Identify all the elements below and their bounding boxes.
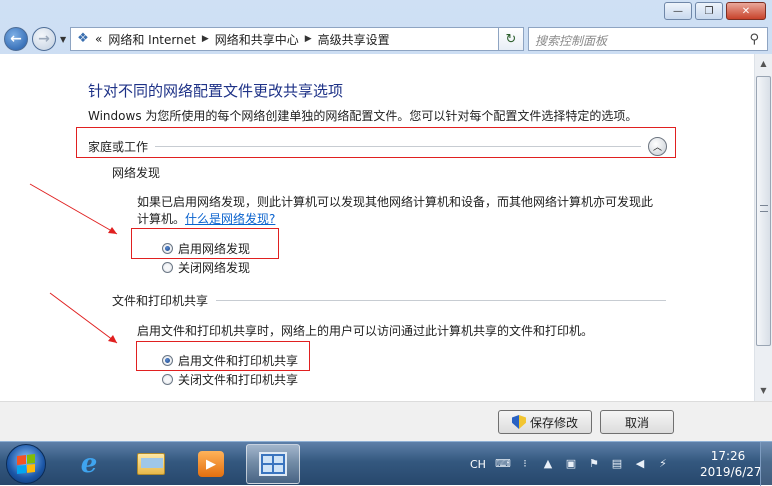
annotation-arrowhead-2 [108,335,117,343]
network-discovery-off-option[interactable]: 关闭网络发现 [162,259,250,276]
network-discovery-description: 如果已启用网络发现，则此计算机可以发现其他网络计算机和设备，而其他网络计算机亦可… [137,194,653,228]
action-center-flag-icon[interactable]: ⚑ [587,457,601,471]
ime-options-icon[interactable]: ⁝ [518,457,532,471]
show-hidden-icons-icon[interactable]: ▲ [541,457,555,471]
close-button[interactable]: ✕ [726,2,766,20]
scroll-down-icon[interactable]: ▼ [756,383,771,399]
caption-buttons: — ❐ ✕ [664,2,766,20]
system-tray: CH ⌨ ⁝ ▲ ▣ ⚑ ▤ ◀ ⚡ [470,442,670,486]
back-button[interactable]: ← [4,27,28,51]
clock-date: 2019/6/27 [700,465,762,479]
file-printer-sharing-on-label: 启用文件和打印机共享 [178,354,299,368]
internet-explorer-icon: e [80,449,98,479]
clock[interactable]: 17:26 2019/6/27 [700,448,762,480]
maximize-button[interactable]: ❐ [695,2,723,20]
taskbar-media-player[interactable]: ▶ [184,444,238,484]
radio-selected-icon[interactable] [162,355,173,366]
keyboard-icon[interactable]: ⌨ [495,457,511,471]
control-panel-icon: ❖ [77,31,89,46]
profile-divider [155,146,641,147]
breadcrumb-network-sharing-center[interactable]: 网络和共享中心 [215,31,299,48]
language-indicator[interactable]: CH [470,458,486,471]
radio-unselected-icon[interactable] [162,374,173,385]
navigation-bar: ← → ▼ ❖ « 网络和 Internet ▶ 网络和共享中心 ▶ 高级共享设… [0,24,772,54]
windows-logo-icon [17,454,35,474]
file-printer-sharing-off-option[interactable]: 关闭文件和打印机共享 [162,371,298,388]
radio-unselected-icon[interactable] [162,262,173,273]
address-bar[interactable]: ❖ « 网络和 Internet ▶ 网络和共享中心 ▶ 高级共享设置 ▼ [70,27,524,51]
scroll-up-icon[interactable]: ▲ [756,56,771,72]
recent-pages-dropdown-icon[interactable]: ▼ [60,35,66,44]
clock-time: 17:26 [710,449,746,463]
what-is-network-discovery-link[interactable]: 什么是网络发现? [185,212,275,226]
cancel-button[interactable]: 取消 [600,410,674,434]
volume-muted-icon[interactable]: ◀ [633,457,647,471]
network-icon[interactable]: ▤ [610,457,624,471]
network-discovery-desc-line1: 如果已启用网络发现，则此计算机可以发现其他网络计算机和设备，而其他网络计算机亦可… [137,195,654,209]
page-description: Windows 为您所使用的每个网络创建单独的网络配置文件。您可以针对每个配置文… [88,109,638,123]
scrollbar-grip-icon [760,205,768,212]
arrow-right-icon: → [38,31,50,47]
radio-selected-icon[interactable] [162,243,173,254]
media-player-icon: ▶ [198,451,224,477]
annotation-box-profile [76,127,676,158]
annotation-arrowhead-1 [108,227,117,234]
start-button[interactable] [6,444,46,484]
breadcrumb-network-internet[interactable]: 网络和 Internet [108,31,195,48]
minimize-button[interactable]: — [664,2,692,20]
save-changes-label: 保存修改 [529,415,578,430]
file-printer-sharing-description: 启用文件和打印机共享时，网络上的用户可以访问通过此计算机共享的文件和打印机。 [137,324,594,338]
profile-header-home-work: 家庭或工作 [88,140,149,154]
taskbar-internet-explorer[interactable]: e [62,444,116,484]
taskbar-control-panel[interactable] [246,444,300,484]
network-discovery-on-label: 启用网络发现 [178,242,251,256]
uac-shield-icon [511,415,526,429]
forward-button[interactable]: → [32,27,56,51]
breadcrumb-chevron-icon[interactable]: ▶ [202,34,209,44]
content-pane: 针对不同的网络配置文件更改共享选项 Windows 为您所使用的每个网络创建单独… [0,54,772,401]
file-printer-sharing-on-option[interactable]: 启用文件和打印机共享 [162,352,298,369]
file-printer-sharing-heading: 文件和打印机共享 [112,294,209,308]
network-discovery-off-label: 关闭网络发现 [178,261,251,275]
breadcrumb-chevron-icon[interactable]: ▶ [305,34,312,44]
breadcrumb-advanced-sharing[interactable]: 高级共享设置 [318,31,390,48]
annotation-arrow-1 [29,183,118,235]
control-panel-icon [259,452,287,476]
file-printer-sharing-divider [216,300,666,301]
chevron-up-icon: ︿ [652,143,662,153]
search-input[interactable]: 搜索控制面板 ⚲ [528,27,768,51]
network-discovery-heading: 网络发现 [112,166,161,180]
annotation-arrow-2 [49,292,118,344]
refresh-button[interactable]: ↻ [498,27,524,51]
page-title: 针对不同的网络配置文件更改共享选项 [88,82,344,100]
refresh-icon: ↻ [505,31,517,47]
vmware-tools-icon[interactable]: ▣ [564,457,578,471]
network-discovery-on-option[interactable]: 启用网络发现 [162,240,250,257]
back-forward-group: ← → ▼ [4,26,68,52]
breadcrumb-overflow[interactable]: « [95,32,102,46]
arrow-left-icon: ← [10,31,22,47]
file-printer-sharing-off-label: 关闭文件和打印机共享 [178,373,299,387]
vertical-scrollbar[interactable]: ▲ ▼ [754,54,772,401]
action-button-bar: 保存修改 取消 [0,401,772,441]
network-discovery-desc-line2: 计算机。什么是网络发现? [137,211,653,228]
show-desktop-button[interactable] [760,442,772,486]
scrollbar-thumb[interactable] [756,76,771,346]
taskbar-explorer[interactable] [124,444,178,484]
search-icon[interactable]: ⚲ [749,32,759,47]
power-icon[interactable]: ⚡ [656,457,670,471]
collapse-profile-button[interactable]: ︿ [648,137,667,156]
save-changes-button[interactable]: 保存修改 [498,410,592,434]
network-discovery-desc-line2-text: 计算机。 [137,212,186,226]
search-placeholder: 搜索控制面板 [535,34,608,48]
folder-icon [137,453,165,475]
taskbar: e ▶ CH ⌨ ⁝ ▲ ▣ ⚑ ▤ ◀ ⚡ 17:26 2019/6/27 [0,441,772,486]
